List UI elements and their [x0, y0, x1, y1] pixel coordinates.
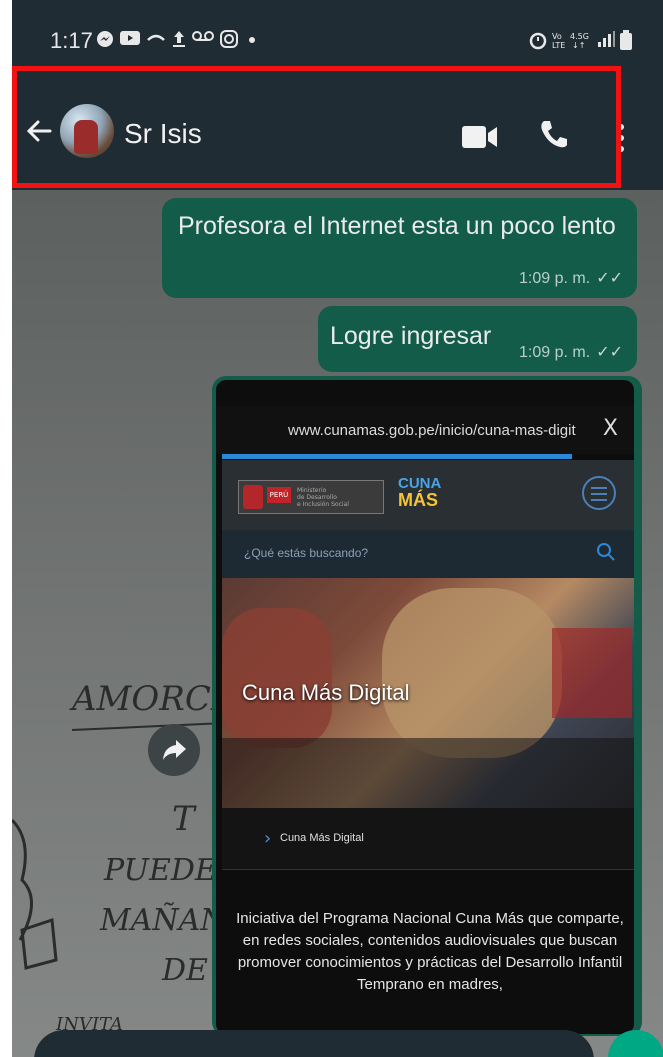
message-time: 1:09 p. m.: [519, 344, 591, 361]
read-receipt-icon: ✓✓: [596, 270, 623, 287]
message-meta: 1:09 p. m. ✓✓: [519, 342, 623, 362]
contact-avatar[interactable]: [60, 104, 114, 158]
more-options-icon[interactable]: [616, 122, 626, 154]
forward-button[interactable]: [148, 724, 200, 776]
svg-text:Vo: Vo: [552, 32, 562, 41]
battery-icon: [620, 30, 632, 50]
site-search: ¿Qué estás buscando?: [222, 530, 634, 578]
phone-screen: 1:17 Vo LTE 4.5G ↓↑ Sr Isis AMORCI T PUE…: [12, 0, 663, 1057]
hero-title: Cuna Más Digital: [242, 680, 410, 705]
browser-close-icon: X: [602, 416, 618, 441]
page-load-progress: [222, 454, 573, 459]
browser-url: www.cunamas.gob.pe/inicio/cuna-mas-digit: [288, 422, 576, 439]
read-receipt-icon: ✓✓: [596, 344, 623, 361]
alarm-icon: [529, 32, 547, 50]
svg-text:AMORCI: AMORCI: [69, 679, 225, 719]
breadcrumb-text: Cuna Más Digital: [280, 832, 364, 844]
voicemail-icon: [192, 31, 214, 41]
svg-text:DE: DE: [161, 953, 208, 988]
signal-icon: [598, 31, 615, 47]
back-arrow-icon[interactable]: [24, 116, 54, 146]
hamburger-menu-icon: [582, 476, 616, 510]
missed-call-icon: [147, 34, 165, 41]
svg-text:↓↑: ↓↑: [572, 41, 585, 50]
search-icon: [597, 543, 615, 561]
site-header: PERÚ Ministerio de Desarrollo e Inclusió…: [222, 460, 634, 530]
cuna-mas-logo: CUNA MÁS: [398, 475, 442, 510]
hero-banner: Cuna Más Digital: [222, 578, 634, 808]
site-description: Iniciativa del Programa Nacional Cuna Má…: [236, 910, 624, 993]
status-time: 1:17: [50, 28, 93, 53]
site-breadcrumb: › Cuna Más Digital: [222, 808, 634, 870]
site-search-placeholder: ¿Qué estás buscando?: [244, 546, 369, 560]
instagram-icon: [220, 30, 238, 48]
image-message[interactable]: www.cunamas.gob.pe/inicio/cuna-mas-digit…: [212, 376, 642, 1036]
video-call-icon[interactable]: [462, 124, 498, 150]
svg-text:T: T: [172, 799, 197, 839]
message-meta: 1:09 p. m. ✓✓: [519, 268, 623, 288]
upload-icon: [173, 31, 185, 47]
chat-header: Sr Isis: [12, 66, 663, 190]
message-time: 1:09 p. m.: [519, 270, 591, 287]
outgoing-message[interactable]: Profesora el Internet esta un poco lento…: [162, 198, 637, 298]
chevron-right-icon: ›: [264, 828, 272, 849]
dot-icon: [249, 37, 255, 43]
government-logo: PERÚ Ministerio de Desarrollo e Inclusió…: [238, 480, 384, 514]
4g-icon: 4.5G↓↑: [570, 32, 589, 50]
svg-text:MAÑAN: MAÑAN: [99, 902, 228, 938]
outgoing-message[interactable]: Logre ingresar 1:09 p. m. ✓✓: [318, 306, 637, 372]
messenger-icon: [97, 31, 113, 47]
svg-text:LTE: LTE: [552, 41, 565, 50]
svg-text:4.5G: 4.5G: [570, 32, 589, 41]
shield-icon: [243, 485, 263, 509]
message-text: Profesora el Internet esta un poco lento: [178, 212, 616, 240]
youtube-icon: [120, 31, 140, 45]
message-input-bar[interactable]: [34, 1030, 594, 1057]
forward-icon: [163, 740, 186, 760]
status-bar: 1:17 Vo LTE 4.5G ↓↑: [12, 0, 663, 66]
svg-text:PUEDE: PUEDE: [103, 853, 217, 888]
voice-call-icon[interactable]: [538, 118, 570, 150]
contact-name[interactable]: Sr Isis: [124, 118, 202, 150]
volte-icon: VoLTE: [552, 32, 565, 50]
browser-url-bar: www.cunamas.gob.pe/inicio/cuna-mas-digit…: [216, 406, 634, 454]
message-text: Logre ingresar: [330, 322, 492, 350]
screenshot-image[interactable]: www.cunamas.gob.pe/inicio/cuna-mas-digit…: [216, 380, 634, 1034]
